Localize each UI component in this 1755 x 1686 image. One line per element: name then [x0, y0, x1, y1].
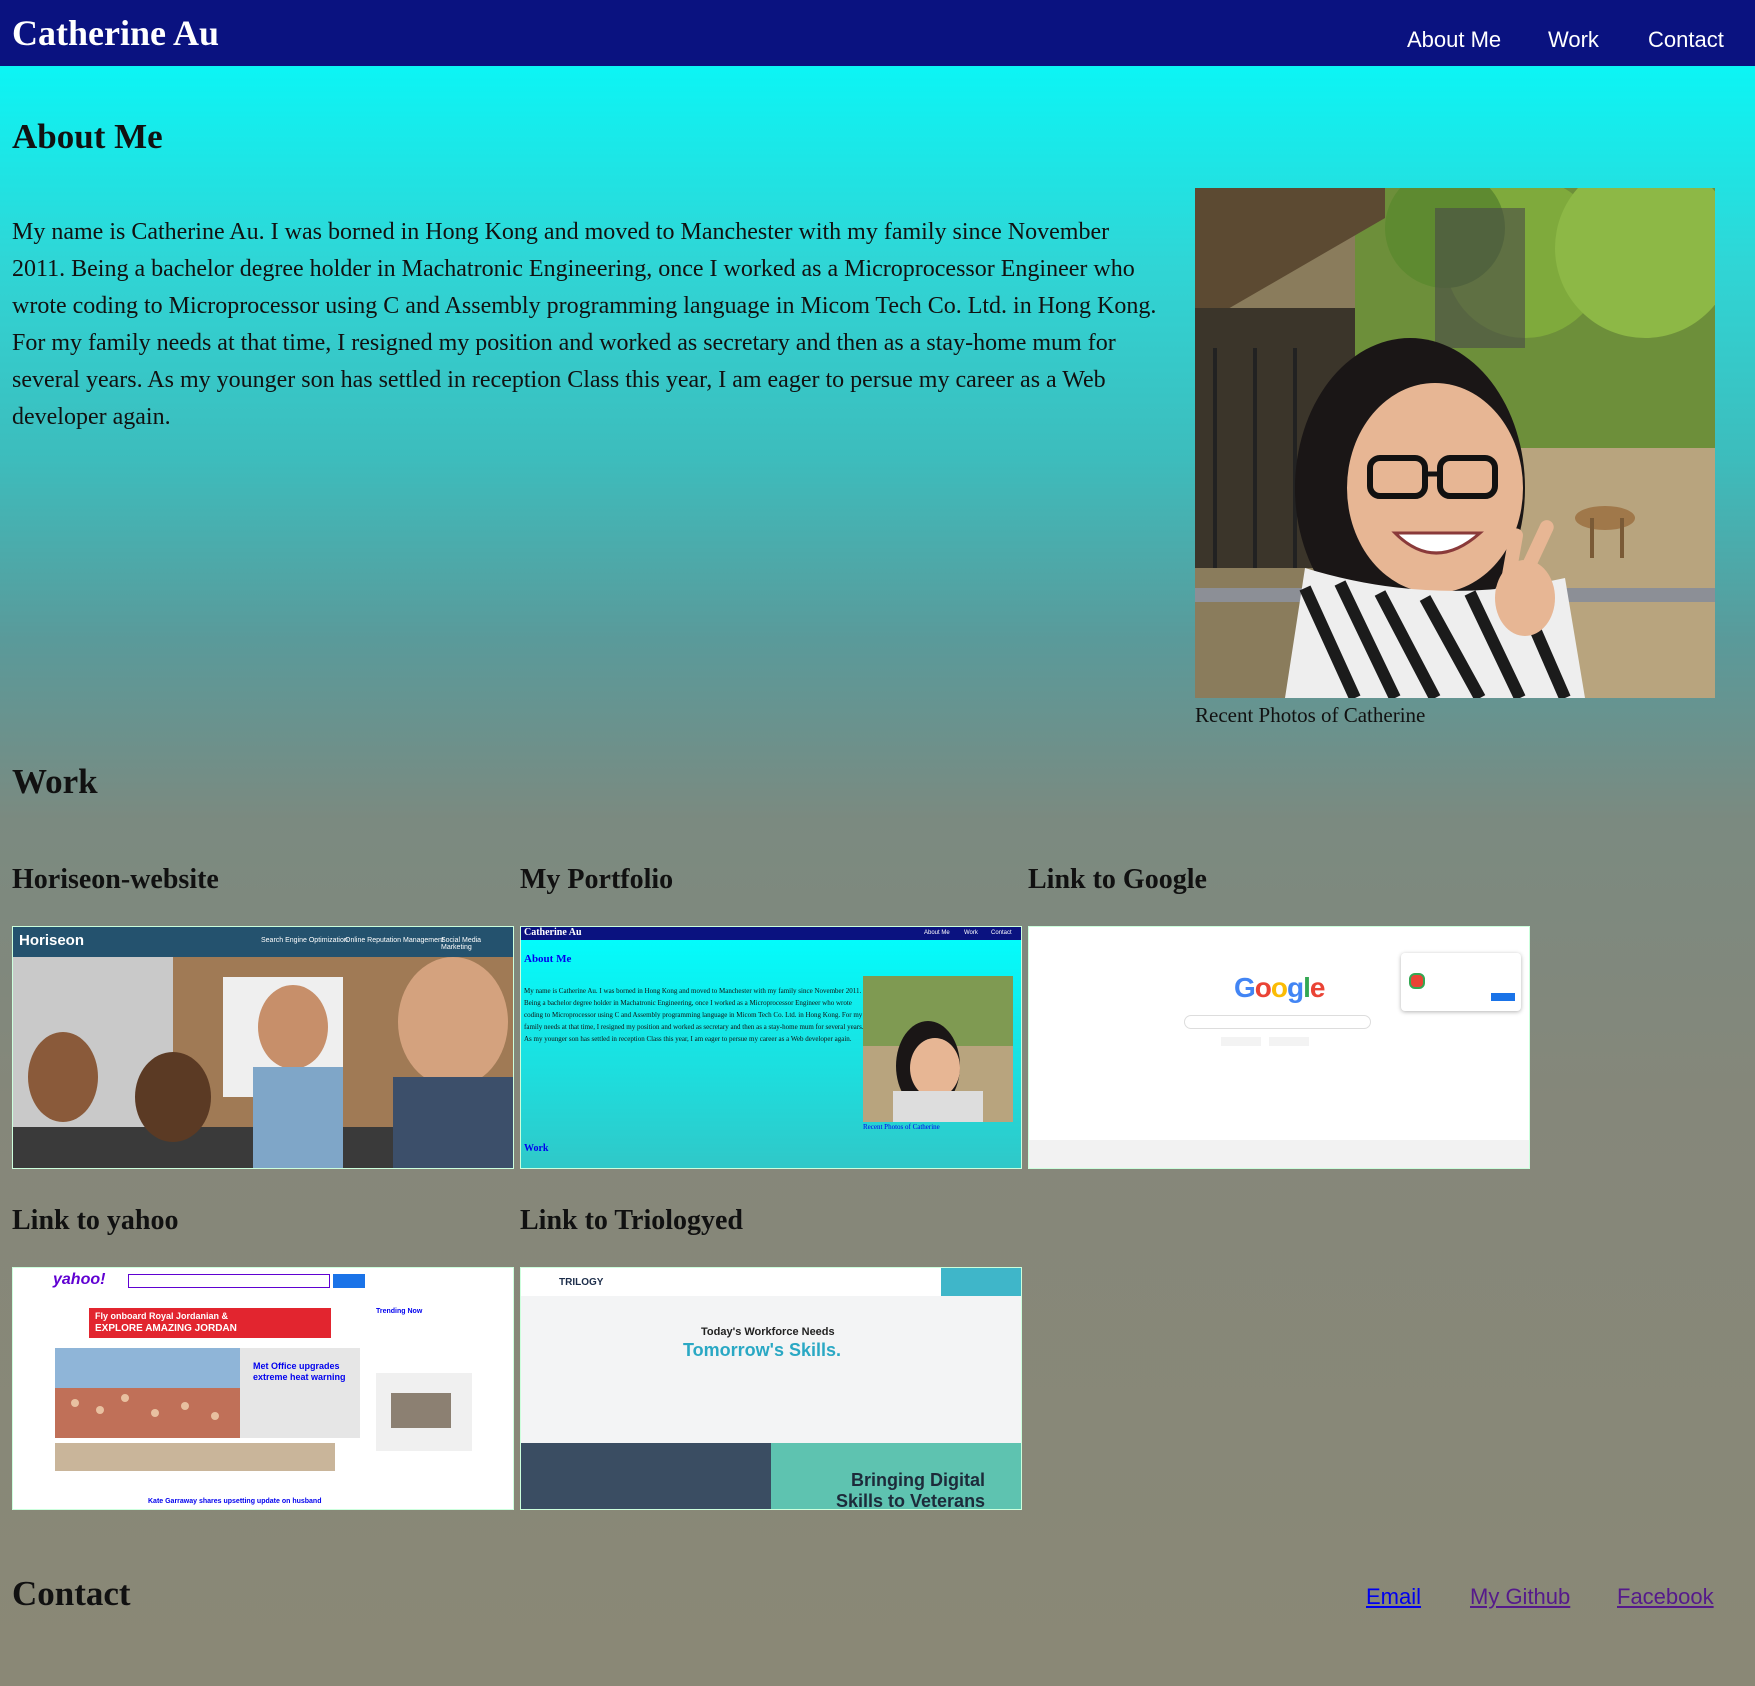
- about-line: For my family needs at that time, I resi…: [12, 330, 1116, 356]
- yahoo-bottom-headline: Kate Garraway shares upsetting update on…: [148, 1498, 322, 1505]
- site-header: Catherine Au About Me Work Contact: [0, 0, 1755, 66]
- horiseon-thumbnail[interactable]: Horiseon Search Engine Optimization Onli…: [12, 926, 514, 1169]
- contact-heading: Contact: [12, 1574, 131, 1613]
- trilogy-line2: Tomorrow's Skills.: [683, 1340, 841, 1360]
- trilogy-banner: Bringing Digital: [851, 1470, 985, 1490]
- github-link[interactable]: My Github: [1470, 1584, 1570, 1610]
- project-title-yahoo: Link to yahoo: [12, 1205, 179, 1236]
- trilogy-banner: Skills to Veterans: [836, 1491, 986, 1510]
- trilogy-line1: Today's Workforce Needs: [701, 1326, 835, 1338]
- project-title-google: Link to Google: [1028, 864, 1207, 895]
- about-line: several years. As my younger son has set…: [12, 367, 1106, 393]
- work-heading: Work: [12, 762, 98, 801]
- horiseon-logo: Horiseon: [19, 932, 85, 949]
- profile-photo: [1195, 158, 1735, 701]
- portfolio-brand: Catherine Au: [524, 927, 582, 938]
- trilogy-thumbnail[interactable]: TRILOGY Today's Workforce Needs Tomorrow…: [520, 1267, 1022, 1510]
- yahoo-ad-banner: Fly onboard Royal Jordanian & EXPLORE AM…: [89, 1308, 331, 1338]
- nav-about-me[interactable]: About Me: [1407, 27, 1501, 53]
- portfolio-nav: Work: [964, 930, 978, 936]
- portfolio-caption: Recent Photos of Catherine: [863, 1123, 940, 1131]
- google-search-box: [1184, 1015, 1371, 1029]
- project-title-portfolio: My Portfolio: [520, 864, 674, 895]
- portfolio-nav: About Me: [924, 930, 950, 936]
- email-link[interactable]: Email: [1366, 1584, 1421, 1610]
- portfolio-work: Work: [524, 1143, 549, 1154]
- yahoo-thumbnail[interactable]: yahoo! Fly onboard Royal Jordanian & EXP…: [12, 1267, 514, 1510]
- about-line: developer again.: [12, 404, 171, 430]
- horiseon-nav: Search Engine Optimization: [261, 937, 348, 944]
- google-thumbnail[interactable]: Google: [1028, 926, 1530, 1169]
- yahoo-logo: yahoo!: [53, 1271, 106, 1288]
- brand-title: Catherine Au: [12, 13, 219, 53]
- about-line: 2011. Being a bachelor degree holder in …: [12, 256, 1135, 282]
- project-title-trilogy: Link to Triologyed: [520, 1205, 744, 1236]
- horiseon-nav: Online Reputation Management: [345, 937, 444, 944]
- about-line: wrote coding to Microprocessor using C a…: [12, 293, 1157, 319]
- portfolio-nav: Contact: [991, 930, 1012, 936]
- yahoo-headline: Met Office upgrades: [253, 1361, 340, 1371]
- facebook-link[interactable]: Facebook: [1617, 1584, 1714, 1610]
- chrome-popup: [1401, 953, 1521, 1011]
- nav-contact[interactable]: Contact: [1648, 27, 1724, 53]
- portfolio-heading: About Me: [524, 953, 572, 965]
- about-line: My name is Catherine Au. I was borned in…: [12, 219, 1110, 245]
- yahoo-headline: extreme heat warning: [253, 1372, 346, 1382]
- trilogy-logo: TRILOGY: [559, 1277, 604, 1288]
- project-title-horiseon: Horiseon-website: [12, 864, 219, 895]
- portfolio-thumbnail[interactable]: Catherine Au About Me Work Contact About…: [520, 926, 1022, 1169]
- nav-work[interactable]: Work: [1548, 27, 1599, 53]
- portfolio-text: My name is Catherine Au. I was borned in…: [524, 987, 864, 1043]
- yahoo-trending: Trending Now: [376, 1308, 423, 1315]
- photo-caption: Recent Photos of Catherine: [1195, 703, 1426, 727]
- google-logo: Google: [1234, 972, 1325, 1003]
- about-heading: About Me: [12, 117, 163, 156]
- horiseon-nav: Social Media Marketing: [441, 937, 482, 951]
- about-paragraph: My name is Catherine Au. I was borned in…: [12, 214, 1192, 436]
